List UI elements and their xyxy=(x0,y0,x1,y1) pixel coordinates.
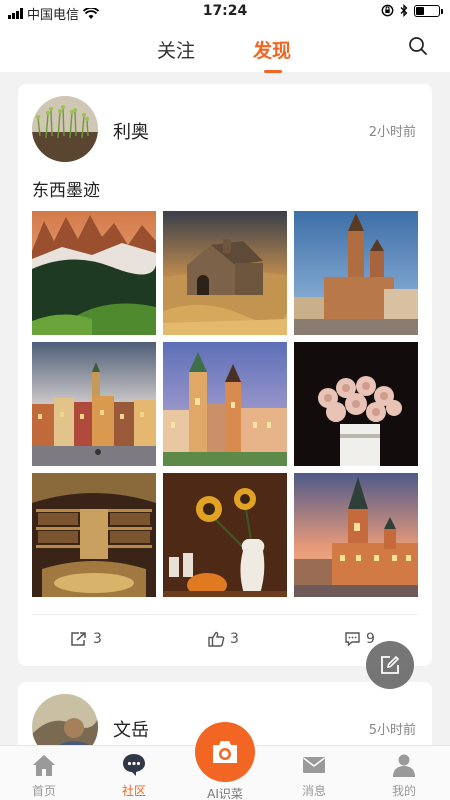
photo-bookstore-interior[interactable] xyxy=(32,473,156,597)
tab-label: 社区 xyxy=(121,784,146,798)
share-icon xyxy=(71,632,86,646)
search-icon[interactable] xyxy=(408,36,428,56)
bottom-tab-bar: 首页 社区 AI识菜 消息 我的 xyxy=(0,722,450,800)
photo-dolomites-mountains[interactable] xyxy=(32,211,156,335)
compose-button[interactable] xyxy=(366,641,414,689)
post-time: 2小时前 xyxy=(368,125,416,140)
thumbs-up-icon xyxy=(208,631,225,647)
user-icon xyxy=(393,754,415,777)
share-button[interactable]: 3 xyxy=(70,631,102,647)
bluetooth-icon xyxy=(400,4,408,17)
like-count: 3 xyxy=(230,631,239,647)
post-text: 东西墨迹 xyxy=(32,181,100,201)
post-divider xyxy=(32,614,418,615)
tab-messages[interactable]: 消息 xyxy=(284,752,344,799)
photo-wawel-castle[interactable] xyxy=(163,342,287,466)
photo-grid xyxy=(32,211,418,597)
avatar[interactable] xyxy=(32,694,98,745)
ai-camera-button[interactable] xyxy=(195,722,255,782)
share-count: 3 xyxy=(93,631,102,647)
tab-home[interactable]: 首页 xyxy=(14,752,74,799)
photo-krakow-basilica[interactable] xyxy=(294,211,418,335)
camera-icon xyxy=(213,741,237,763)
tab-following[interactable]: 关注 xyxy=(157,36,195,63)
like-button[interactable]: 3 xyxy=(208,631,239,647)
comment-count: 9 xyxy=(366,631,375,647)
tab-profile[interactable]: 我的 xyxy=(374,752,434,799)
post-time: 5小时前 xyxy=(368,723,416,738)
avatar[interactable] xyxy=(32,96,98,162)
mail-icon xyxy=(303,757,325,773)
tab-label: 我的 xyxy=(391,784,416,798)
tab-label: AI识菜 xyxy=(207,787,243,800)
tab-community[interactable]: 社区 xyxy=(104,752,164,799)
photo-royal-castle-sunset[interactable] xyxy=(294,473,418,597)
tab-label: 首页 xyxy=(31,784,56,798)
compose-icon xyxy=(381,655,400,674)
post-username[interactable]: 利奥 xyxy=(113,118,149,144)
tab-label: 消息 xyxy=(301,784,326,798)
post-card[interactable]: 利奥 2小时前 东西墨迹 3 3 9 xyxy=(18,84,432,666)
photo-rose-bouquet[interactable] xyxy=(294,342,418,466)
comment-icon xyxy=(345,632,360,647)
tab-ai-recognize[interactable]: AI识菜 xyxy=(195,722,255,800)
battery-icon xyxy=(414,4,443,17)
community-chat-icon xyxy=(123,754,145,776)
post-username[interactable]: 文岳 xyxy=(113,716,149,742)
photo-sunflower-vase[interactable] xyxy=(163,473,287,597)
orientation-lock-icon xyxy=(381,4,394,17)
photo-stone-church[interactable] xyxy=(163,211,287,335)
top-nav: 关注 发现 xyxy=(0,24,450,73)
comment-button[interactable]: 9 xyxy=(344,631,375,647)
home-icon xyxy=(33,755,55,776)
photo-warsaw-old-town[interactable] xyxy=(32,342,156,466)
tab-discover[interactable]: 发现 xyxy=(253,36,291,63)
status-bar: 中国电信 17:24 xyxy=(0,0,450,24)
